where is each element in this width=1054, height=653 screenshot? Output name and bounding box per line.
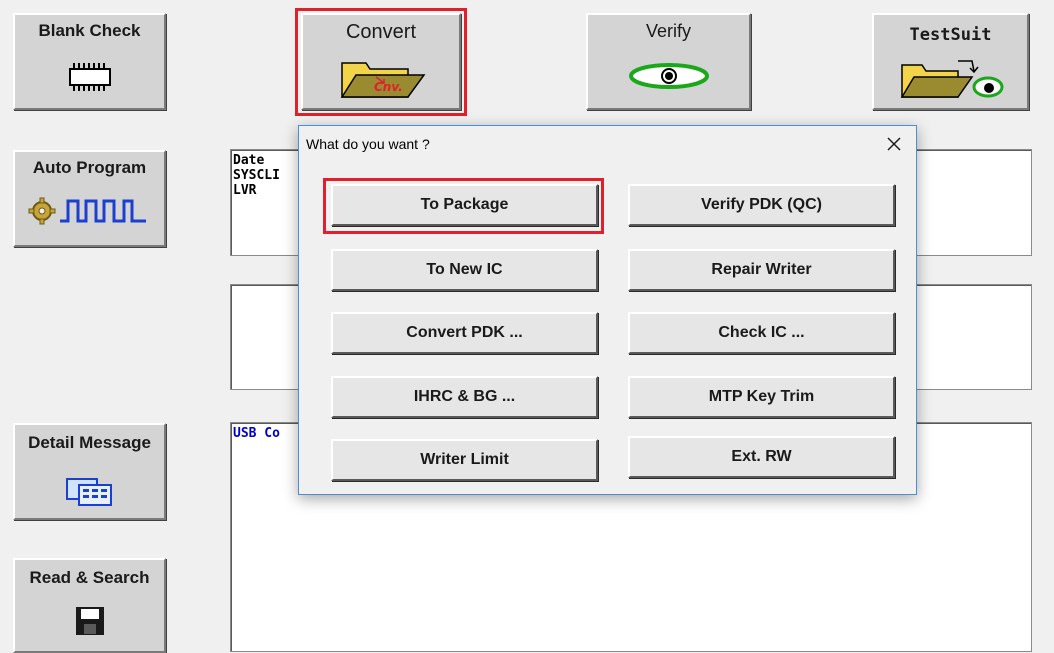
verify-button[interactable]: Verify xyxy=(586,13,751,110)
mtp-key-trim-button[interactable]: MTP Key Trim xyxy=(628,376,895,418)
gear-waveform-icon xyxy=(28,196,152,231)
repair-writer-button[interactable]: Repair Writer xyxy=(628,249,895,291)
blank-check-button[interactable]: Blank Check xyxy=(13,13,166,110)
testsuit-button[interactable]: TestSuit xyxy=(872,13,1029,110)
auto-program-label: Auto Program xyxy=(32,158,147,177)
folder-convert-icon: Cnv. xyxy=(336,57,426,106)
to-new-ic-button[interactable]: To New IC xyxy=(331,249,598,291)
chip-icon xyxy=(65,61,115,98)
ext-rw-button[interactable]: Ext. RW xyxy=(628,436,895,478)
convert-button[interactable]: Convert Cnv. xyxy=(301,13,461,110)
message-list-icon xyxy=(65,477,115,512)
to-package-button[interactable]: To Package xyxy=(331,184,598,226)
close-icon[interactable] xyxy=(882,132,906,156)
ihrc-bg-button[interactable]: IHRC & BG ... xyxy=(331,376,598,418)
detail-message-label: Detail Message xyxy=(28,433,151,452)
floppy-disk-icon xyxy=(75,606,105,641)
read-search-label: Read & Search xyxy=(29,568,150,587)
writer-limit-button[interactable]: Writer Limit xyxy=(331,439,598,481)
read-search-button[interactable]: Read & Search xyxy=(13,558,166,653)
convert-icon-text: Cnv. xyxy=(374,80,403,94)
verify-label: Verify xyxy=(645,21,692,41)
eye-icon xyxy=(627,61,711,96)
detail-message-button[interactable]: Detail Message xyxy=(13,423,166,520)
blank-check-label: Blank Check xyxy=(38,21,141,40)
dialog-title: What do you want ? xyxy=(306,136,430,152)
testsuit-label: TestSuit xyxy=(909,25,992,45)
what-do-you-want-dialog: What do you want ? To Package Verify PDK… xyxy=(298,125,917,495)
folder-eye-icon xyxy=(896,55,1006,106)
convert-label: Convert xyxy=(345,21,417,43)
check-ic-button[interactable]: Check IC ... xyxy=(628,312,895,354)
auto-program-button[interactable]: Auto Program xyxy=(13,150,166,247)
convert-pdk-button[interactable]: Convert PDK ... xyxy=(331,312,598,354)
verify-pdk-qc-button[interactable]: Verify PDK (QC) xyxy=(628,184,895,226)
